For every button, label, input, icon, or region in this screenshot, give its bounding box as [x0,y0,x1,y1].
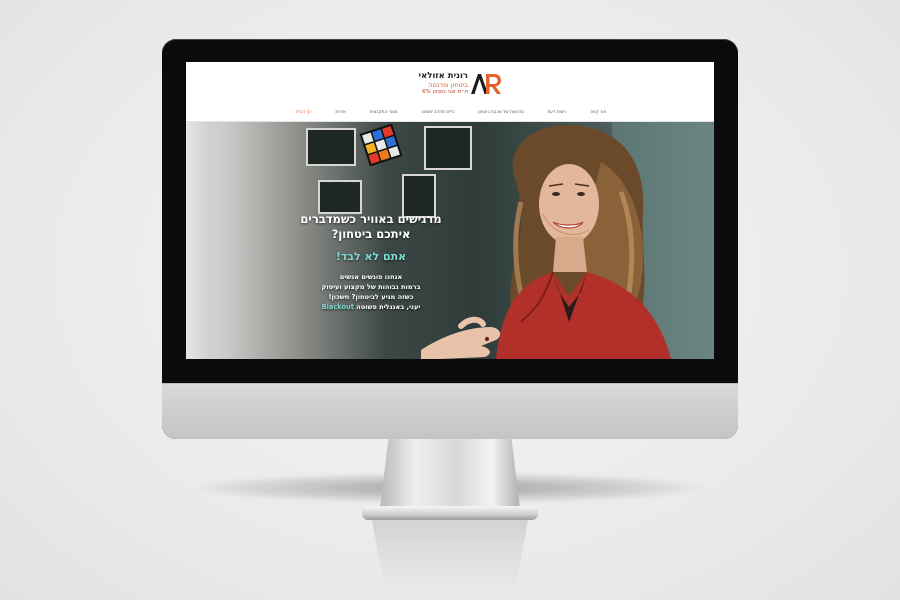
nav-item-home[interactable]: דף הבית [296,110,312,115]
main-nav: דף הבית אודות מצבי התקבצות כלים מהלב ששו… [296,108,606,116]
nav-item-about[interactable]: אודות [335,110,345,115]
hero-body-line4-prefix: יעני, באנגלית פשוטה [356,303,421,311]
nav-item-situations[interactable]: מצבי התקבצות [370,110,398,115]
hero-headline-line1: מרגישים באוויר כשמדברים [300,212,442,226]
hero-body-line4: יעני, באנגלית פשוטה Blackout [291,302,451,312]
nav-item-workshops[interactable]: סדנאות של שכבת ביטחון [478,110,523,115]
nav-item-opinion[interactable]: רשות דעת [547,110,566,115]
site-header: רונית אזולאי ביטחון ופרנסה ת״מ אבי נתנזו… [186,62,714,122]
desktop-monitor: רונית אזולאי ביטחון ופרנסה ת״מ אבי נתנזו… [162,39,738,439]
wall-frame [306,128,356,166]
rubiks-cube-icon [359,124,403,166]
website-screen: רונית אזולאי ביטחון ופרנסה ת״מ אבי נתנזו… [186,62,714,359]
hero-body-line2: ברמות גבוהות של מקצוע ועיסוק [321,283,421,291]
hero-body-line3: כשזה מגיע לביטחון? חשכון! [328,293,414,301]
nav-item-tools[interactable]: כלים מהלב ששווה [421,110,454,115]
background-door [186,122,210,359]
monitor-stand-base [362,506,538,520]
stand-reflection [372,520,528,590]
hero-body: אנחנו פוגשים אנשים ברמות גבוהות של מקצוע… [291,272,451,312]
hero-headline-line2: איתכם ביטחון? [331,227,411,241]
wall-frame [318,180,362,214]
hero-body-line1: אנחנו פוגשים אנשים [339,273,403,281]
logo-name: רונית אזולאי [418,71,469,81]
woman-photo [421,125,671,359]
nav-item-contact[interactable]: צור קשר [590,110,606,115]
site-logo[interactable]: רונית אזולאי ביטחון ופרנסה ת״מ אבי נתנזו… [398,71,502,99]
ar-logo-mark-icon [471,74,501,94]
hero-text-block: מרגישים באוויר כשמדברים איתכם ביטחון? את… [291,212,451,312]
logo-subtitle: ביטחון ופרנסה [428,81,468,89]
monitor-chin [162,383,738,439]
logo-tagline: ת״מ אבי נתנזון 6% [422,89,468,95]
logo-text: רונית אזולאי ביטחון ופרנסה ת״מ אבי נתנזו… [388,71,469,96]
hero-body-highlight: Blackout [321,303,354,311]
hero-section: מרגישים באוויר כשמדברים איתכם ביטחון? את… [186,122,714,359]
monitor-stand-neck [380,439,520,509]
hero-subheadline: אתם לא לבד! [335,250,407,263]
